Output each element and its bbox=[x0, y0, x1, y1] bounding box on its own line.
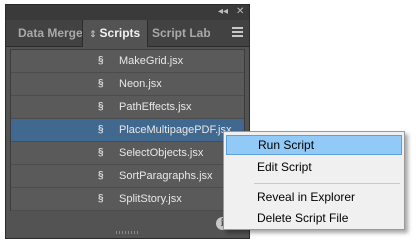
list-item[interactable]: § Neon.jsx bbox=[11, 73, 244, 96]
menu-item-run-script[interactable]: Run Script bbox=[226, 135, 402, 155]
scripts-list: § MakeGrid.jsx § Neon.jsx § PathEffects.… bbox=[10, 49, 245, 211]
script-name: SortParagraphs.jsx bbox=[119, 170, 213, 182]
panel-tabs: Data Merge ⇕Scripts Script Label bbox=[6, 20, 249, 47]
script-name: SplitStory.jsx bbox=[119, 193, 182, 205]
collapse-icon[interactable]: ◂◂ bbox=[218, 6, 228, 18]
context-menu: Run Script Edit Script Reveal in Explore… bbox=[223, 131, 405, 230]
list-item[interactable]: § PathEffects.jsx bbox=[11, 96, 244, 119]
tab-scripts[interactable]: ⇕ Scripts bbox=[82, 20, 148, 47]
script-file-icon: § bbox=[98, 55, 104, 66]
tab-data-merge[interactable]: Data Merge bbox=[18, 20, 82, 46]
script-name: PlaceMultipagePDF.jsx bbox=[119, 124, 232, 136]
tab-scripts-label: Scripts bbox=[99, 26, 141, 40]
panel-title-bar: ◂◂ ✕ bbox=[6, 5, 249, 20]
panel-footer: i bbox=[6, 210, 249, 238]
script-file-icon: § bbox=[98, 78, 104, 89]
script-name: MakeGrid.jsx bbox=[119, 55, 184, 67]
menu-item-edit-script[interactable]: Edit Script bbox=[226, 157, 402, 177]
list-item[interactable]: § MakeGrid.jsx bbox=[11, 50, 244, 73]
list-item[interactable]: § SplitStory.jsx bbox=[11, 188, 244, 211]
list-item[interactable]: § SortParagraphs.jsx bbox=[11, 165, 244, 188]
script-file-icon: § bbox=[98, 101, 104, 112]
menu-item-delete-script-file[interactable]: Delete Script File bbox=[226, 208, 402, 228]
script-file-icon: § bbox=[98, 193, 104, 204]
menu-separator bbox=[254, 183, 400, 184]
scripts-panel: ◂◂ ✕ Data Merge ⇕Scripts Script Label § … bbox=[5, 4, 250, 239]
close-icon[interactable]: ✕ bbox=[236, 6, 244, 18]
script-name: SelectObjects.jsx bbox=[119, 147, 204, 159]
script-name: Neon.jsx bbox=[119, 78, 162, 90]
script-file-icon: § bbox=[98, 147, 104, 158]
script-file-icon: § bbox=[98, 170, 104, 181]
panel-menu-icon[interactable] bbox=[232, 27, 243, 39]
menu-item-reveal-in-explorer[interactable]: Reveal in Explorer bbox=[226, 187, 402, 207]
list-item-selected[interactable]: § PlaceMultipagePDF.jsx bbox=[11, 119, 244, 142]
list-item[interactable]: § SelectObjects.jsx bbox=[11, 142, 244, 165]
tab-script-label[interactable]: Script Label bbox=[152, 20, 210, 46]
resize-grip[interactable] bbox=[116, 231, 140, 234]
script-name: PathEffects.jsx bbox=[119, 101, 192, 113]
script-file-icon: § bbox=[98, 124, 104, 135]
tab-reorder-icon: ⇕ bbox=[89, 29, 97, 39]
